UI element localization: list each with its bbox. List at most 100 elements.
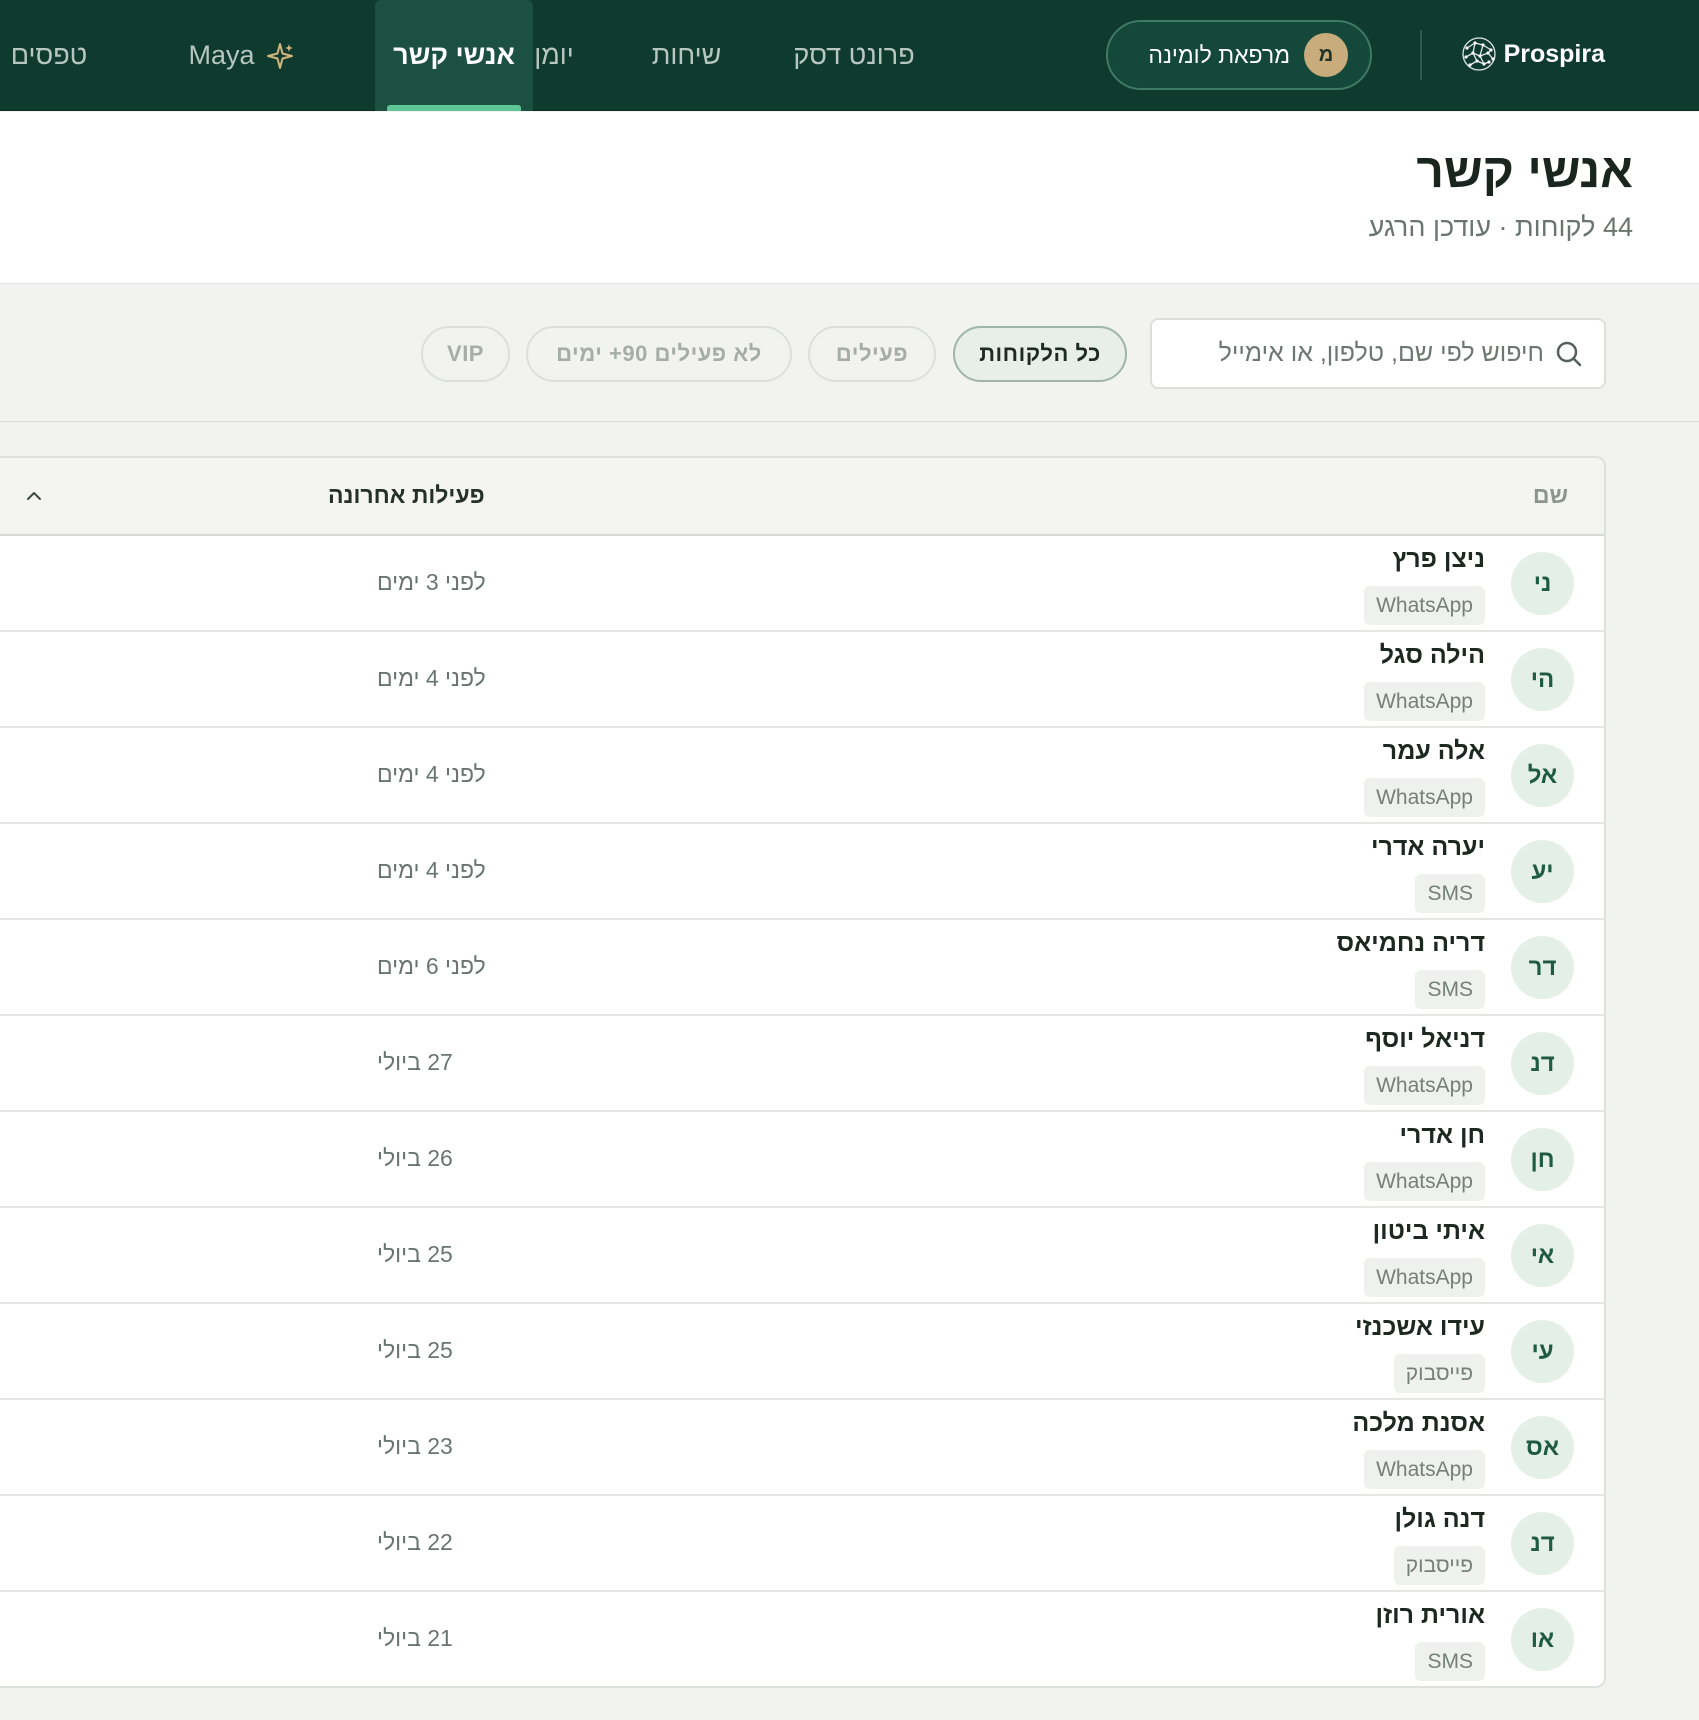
- filter-active-label: פעילים: [835, 341, 909, 366]
- channel-badge: WhatsApp: [1364, 586, 1485, 625]
- filter-vip-label: VIP: [447, 341, 484, 366]
- avatar: הי: [1511, 648, 1574, 711]
- avatar: חן: [1511, 1128, 1574, 1191]
- table-row[interactable]: אל אלה עמר WhatsApp לפני 4 ימים: [0, 728, 1604, 824]
- table-row[interactable]: הי הילה סגל WhatsApp לפני 4 ימים: [0, 632, 1604, 728]
- sparkle-icon: [265, 41, 295, 71]
- contact-name[interactable]: חן אדרי: [1399, 1121, 1485, 1150]
- toolbar-divider: [0, 421, 1699, 422]
- table-row[interactable]: יע יערה אדרי SMS לפני 4 ימים: [0, 824, 1604, 920]
- table-row[interactable]: דר דריה נחמיאס SMS לפני 6 ימים: [0, 920, 1604, 1016]
- table-row[interactable]: חן חן אדרי WhatsApp 26 ביולי: [0, 1112, 1604, 1208]
- clinic-switcher[interactable]: מ מרפאת לומינה: [1106, 20, 1372, 90]
- contact-name[interactable]: הילה סגל: [1380, 641, 1485, 670]
- nav-front-desk[interactable]: פרונט דסק: [759, 0, 949, 111]
- table-body: ני ניצן פרץ WhatsApp לפני 3 ימים הי הילה…: [0, 536, 1604, 1686]
- contact-name[interactable]: אורית רוזן: [1375, 1601, 1485, 1630]
- last-activity: לפני 4 ימים: [377, 761, 486, 787]
- last-activity: 26 ביולי: [377, 1145, 453, 1171]
- nav-contacts[interactable]: אנשי קשר: [375, 0, 533, 111]
- search-icon: [1556, 341, 1582, 366]
- contact-name[interactable]: דריה נחמיאס: [1337, 929, 1485, 958]
- brain-network-icon: [1461, 37, 1496, 71]
- contact-name[interactable]: אסנת מלכה: [1352, 1409, 1485, 1438]
- channel-badge: WhatsApp: [1364, 1450, 1485, 1489]
- avatar: אל: [1511, 744, 1574, 807]
- contact-name[interactable]: איתי ביטון: [1373, 1217, 1485, 1246]
- column-header-name[interactable]: שם: [1533, 482, 1568, 509]
- channel-badge: SMS: [1415, 1642, 1485, 1681]
- nav-calendar-label: יומן: [534, 40, 574, 70]
- contact-name[interactable]: ניצן פרץ: [1392, 545, 1485, 574]
- channel-badge: WhatsApp: [1364, 1162, 1485, 1201]
- nav-maya[interactable]: Maya: [174, 0, 309, 111]
- channel-badge: SMS: [1415, 874, 1485, 913]
- avatar: דנ: [1511, 1032, 1574, 1095]
- avatar: ני: [1511, 552, 1574, 615]
- table-row[interactable]: או אורית רוזן SMS 21 ביולי: [0, 1592, 1604, 1686]
- brand-name: Prospira: [1503, 39, 1605, 68]
- last-activity: לפני 4 ימים: [377, 665, 486, 691]
- clinic-avatar: מ: [1304, 33, 1348, 77]
- avatar: דנ: [1511, 1512, 1574, 1575]
- channel-badge: פייסבוק: [1393, 1354, 1485, 1393]
- last-activity: 25 ביולי: [377, 1337, 453, 1363]
- last-activity: לפני 4 ימים: [377, 857, 486, 883]
- avatar: דר: [1511, 936, 1574, 999]
- contact-name[interactable]: עידו אשכנזי: [1355, 1313, 1485, 1342]
- top-navigation: Prospira מ מרפאת לומינה פרונט דסק שיחות …: [0, 0, 1699, 111]
- nav-conversations[interactable]: שיחות: [619, 0, 754, 111]
- last-activity: 23 ביולי: [377, 1433, 453, 1459]
- last-activity: לפני 3 ימים: [377, 569, 486, 595]
- table-header: שם פעילות אחרונה: [0, 458, 1604, 536]
- avatar: אס: [1511, 1416, 1574, 1479]
- channel-badge: WhatsApp: [1364, 1066, 1485, 1105]
- channel-badge: WhatsApp: [1364, 1258, 1485, 1297]
- search-field[interactable]: [1150, 318, 1606, 389]
- filter-vip[interactable]: VIP: [421, 326, 510, 382]
- chevron-up-icon[interactable]: [24, 486, 44, 506]
- last-activity: 25 ביולי: [377, 1241, 453, 1267]
- brand-logo[interactable]: Prospira: [1458, 33, 1605, 75]
- nav-contacts-label: אנשי קשר: [393, 40, 515, 70]
- table-row[interactable]: עי עידו אשכנזי פייסבוק 25 ביולי: [0, 1304, 1604, 1400]
- contact-name[interactable]: אלה עמר: [1383, 737, 1485, 766]
- nav-conversations-label: שיחות: [651, 40, 722, 70]
- contact-name[interactable]: דנה גולן: [1394, 1505, 1485, 1534]
- clinic-name: מרפאת לומינה: [1148, 41, 1290, 68]
- contact-name[interactable]: יערה אדרי: [1371, 833, 1485, 862]
- nav-front-desk-label: פרונט דסק: [793, 40, 915, 70]
- nav-divider: [1420, 30, 1422, 80]
- filter-inactive-90[interactable]: לא פעילים 90+ ימים: [526, 326, 792, 382]
- page-header: אנשי קשר 44 לקוחות · עודכן הרגע: [0, 112, 1699, 284]
- last-activity: לפני 6 ימים: [377, 953, 486, 979]
- contact-name[interactable]: דניאל יוסף: [1365, 1025, 1485, 1054]
- avatar: עי: [1511, 1320, 1574, 1383]
- channel-badge: WhatsApp: [1364, 682, 1485, 721]
- channel-badge: WhatsApp: [1364, 778, 1485, 817]
- table-row[interactable]: דנ דנה גולן פייסבוק 22 ביולי: [0, 1496, 1604, 1592]
- table-row[interactable]: אי איתי ביטון WhatsApp 25 ביולי: [0, 1208, 1604, 1304]
- last-activity: 27 ביולי: [377, 1049, 453, 1075]
- table-row[interactable]: ני ניצן פרץ WhatsApp לפני 3 ימים: [0, 536, 1604, 632]
- contacts-table: שם פעילות אחרונה ני ניצן פרץ WhatsApp לפ…: [0, 456, 1606, 1688]
- channel-badge: SMS: [1415, 970, 1485, 1009]
- avatar: או: [1511, 1608, 1574, 1671]
- page-title: אנשי קשר: [1416, 145, 1633, 198]
- avatar: יע: [1511, 840, 1574, 903]
- filter-all-clients[interactable]: כל הלקוחות: [953, 326, 1127, 382]
- table-row[interactable]: דנ דניאל יוסף WhatsApp 27 ביולי: [0, 1016, 1604, 1112]
- nav-maya-label: Maya: [188, 40, 255, 70]
- filter-inactive-90-label: לא פעילים 90+ ימים: [556, 341, 762, 366]
- nav-forms-label: טפסים: [10, 40, 88, 70]
- avatar: אי: [1511, 1224, 1574, 1287]
- filter-active[interactable]: פעילים: [808, 326, 936, 382]
- filter-all-clients-label: כל הלקוחות: [979, 341, 1101, 366]
- table-row[interactable]: אס אסנת מלכה WhatsApp 23 ביולי: [0, 1400, 1604, 1496]
- nav-forms[interactable]: טפסים: [0, 0, 109, 111]
- column-header-last-activity[interactable]: פעילות אחרונה: [328, 482, 485, 509]
- last-activity: 22 ביולי: [377, 1529, 453, 1555]
- search-input[interactable]: [1184, 339, 1544, 368]
- channel-badge: פייסבוק: [1393, 1546, 1485, 1585]
- page-subtitle: 44 לקוחות · עודכן הרגע: [1368, 212, 1633, 242]
